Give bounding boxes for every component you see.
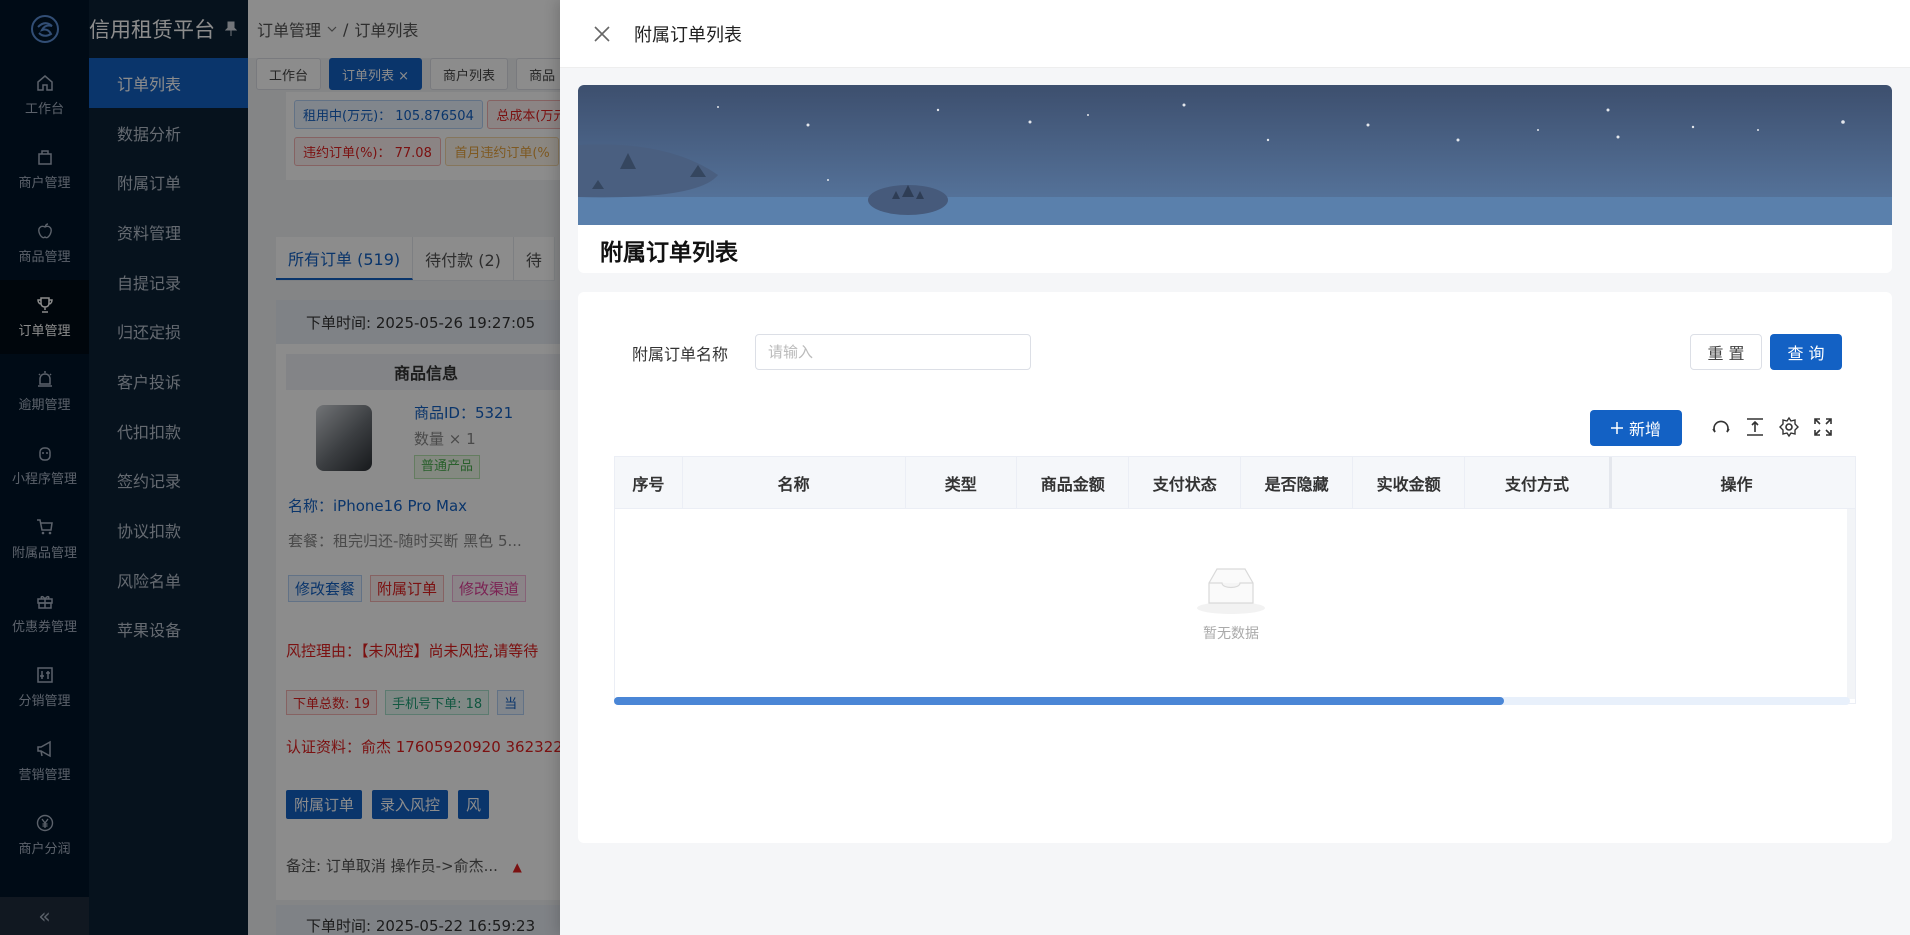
filter-label: 附属订单名称 (632, 345, 729, 364)
refresh-icon[interactable] (1710, 416, 1732, 438)
horizontal-scrollbar-thumb[interactable] (614, 697, 1504, 705)
banner-card: 附属订单列表 (578, 85, 1892, 273)
drawer-header: 附属订单列表 (560, 0, 1910, 68)
col-goods-amount: 商品金额 (1017, 457, 1130, 508)
attached-order-name-input[interactable] (755, 334, 1031, 370)
empty-state: 暂无数据 (615, 509, 1847, 699)
col-pay-status: 支付状态 (1129, 457, 1241, 508)
col-received-amount: 实收金额 (1353, 457, 1465, 508)
settings-icon[interactable] (1778, 416, 1800, 438)
horizontal-scrollbar[interactable] (614, 697, 1850, 705)
col-pay-method: 支付方式 (1465, 457, 1613, 508)
plus-icon (1610, 422, 1623, 434)
empty-inbox-icon (1197, 568, 1265, 614)
add-button-label: 新增 (1628, 420, 1661, 439)
attached-orders-drawer: 附属订单列表 附属订单列表 附属订单名称 请输入 重 置 查 询 新增 序号 名… (560, 0, 1910, 935)
col-actions: 操作 (1720, 474, 1753, 494)
table-header: 序号 名称 类型 商品金额 支付状态 是否隐藏 实收金额 支付方式 操作 (615, 457, 1855, 509)
col-type: 类型 (906, 457, 1018, 508)
empty-text: 暂无数据 (1203, 626, 1259, 642)
column-height-icon[interactable] (1744, 416, 1766, 438)
fullscreen-icon[interactable] (1812, 416, 1834, 438)
col-hidden: 是否隐藏 (1241, 457, 1354, 508)
reset-button[interactable]: 重 置 (1690, 334, 1762, 370)
add-button[interactable]: 新增 (1590, 410, 1682, 446)
drawer-title: 附属订单列表 (634, 24, 742, 46)
app-root: 工作台 商户管理 商品管理 订单管理 逾期管理 小程序管理 附属品管理 优惠券管… (0, 0, 1910, 935)
query-button[interactable]: 查 询 (1770, 334, 1842, 370)
attached-orders-table: 序号 名称 类型 商品金额 支付状态 是否隐藏 实收金额 支付方式 操作 暂无数… (614, 456, 1856, 704)
col-index: 序号 (615, 457, 683, 508)
close-icon[interactable] (592, 24, 612, 44)
banner-title: 附属订单列表 (600, 240, 738, 266)
vertical-scrollbar[interactable] (1847, 509, 1855, 699)
col-name: 名称 (683, 457, 906, 508)
banner-image (578, 85, 1892, 225)
